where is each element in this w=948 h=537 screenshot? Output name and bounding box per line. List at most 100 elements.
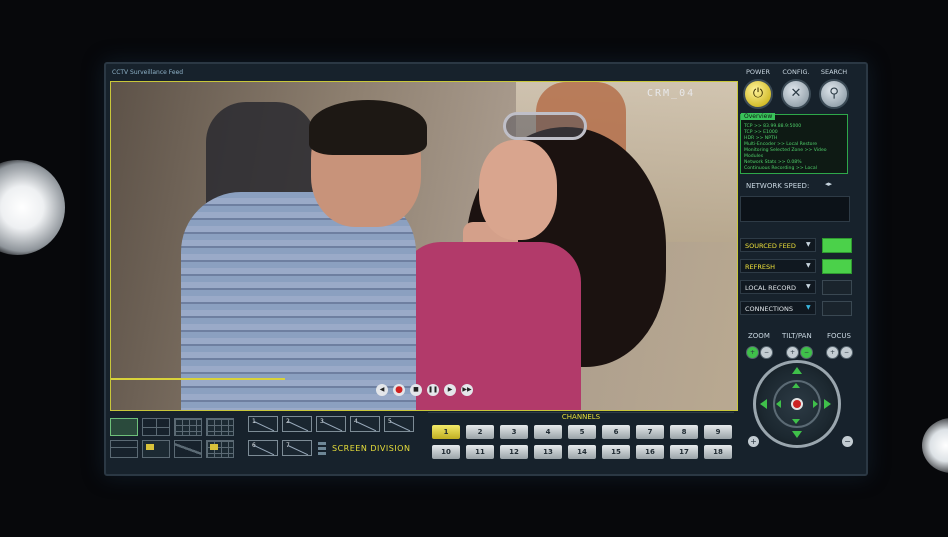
network-speed-graph — [740, 196, 850, 222]
overview-log: TCP >> 83.99.88.9:5000 TCP >> E1000 HDR … — [744, 124, 847, 172]
left-arrow-icon[interactable] — [760, 399, 767, 409]
config-icon[interactable]: ✕ — [781, 79, 811, 109]
tilt-button[interactable]: + — [786, 346, 799, 359]
focus-in-button[interactable]: + — [826, 346, 839, 359]
channel-button[interactable]: 18 — [704, 445, 732, 459]
channel-button[interactable]: 5 — [568, 425, 596, 439]
zoom-in-button[interactable]: + — [746, 346, 759, 359]
division-button-3[interactable]: 3 — [316, 416, 346, 432]
channel-button[interactable]: 16 — [636, 445, 664, 459]
ceiling-lamp-left — [0, 160, 65, 255]
pause-button[interactable]: ❚❚ — [427, 384, 439, 396]
chevron-down-icon[interactable]: ▼ — [806, 259, 811, 273]
division-button-7[interactable]: 7 — [282, 440, 312, 456]
right-arrow-icon[interactable] — [824, 399, 831, 409]
config-control: CONFIG. ✕ — [778, 68, 814, 109]
layout-split[interactable] — [174, 440, 202, 458]
layout-single[interactable] — [110, 418, 138, 436]
channel-button[interactable]: 12 — [500, 445, 528, 459]
channel-button[interactable]: 17 — [670, 445, 698, 459]
sourced-feed-toggle[interactable] — [822, 238, 852, 253]
network-speed-label: NETWORK SPEED: — [746, 182, 810, 190]
record-button[interactable]: ● — [393, 384, 405, 396]
power-control: POWER ⏻ — [740, 68, 776, 109]
channel-button[interactable]: 8 — [670, 425, 698, 439]
config-label: CONFIG. — [782, 68, 810, 76]
zoom-label: ZOOM — [748, 332, 770, 340]
pan-button[interactable]: − — [800, 346, 813, 359]
menu-icon[interactable] — [318, 442, 326, 458]
division-button-2[interactable]: 2 — [282, 416, 312, 432]
screen-division-buttons: 1 2 3 4 5 6 7 SCREEN DIVISION — [248, 416, 418, 464]
search-label: SEARCH — [820, 68, 848, 76]
playback-progress[interactable] — [111, 378, 285, 380]
search-icon[interactable]: ⚲ — [819, 79, 849, 109]
layout-wide[interactable] — [110, 440, 138, 458]
channel-button[interactable]: 13 — [534, 445, 562, 459]
zoom-out-button[interactable]: − — [760, 346, 773, 359]
bottom-toolbar: 1 2 3 4 5 6 7 SCREEN DIVISION CHANNELS 1… — [110, 412, 736, 470]
screen-division-label: SCREEN DIVISION — [332, 444, 411, 453]
channel-button[interactable]: 2 — [466, 425, 494, 439]
down-small-arrow-icon[interactable] — [792, 419, 800, 424]
focus-out-button[interactable]: − — [840, 346, 853, 359]
refresh-row: REFRESH ▼ — [740, 259, 856, 274]
local-record-label: LOCAL RECORD — [740, 280, 816, 294]
overview-line: Continuous Recording >> Local — [744, 166, 817, 171]
division-button-1[interactable]: 1 — [248, 416, 278, 432]
connections-toggle[interactable] — [822, 301, 852, 316]
tilt-pan-label: TILT/PAN — [782, 332, 812, 340]
minus-icon[interactable]: − — [842, 436, 853, 447]
stop-button[interactable]: ■ — [410, 384, 422, 396]
channel-button[interactable]: 10 — [432, 445, 460, 459]
division-button-4[interactable]: 4 — [350, 416, 380, 432]
power-icon[interactable]: ⏻ — [743, 79, 773, 109]
network-speed-arrow-icon[interactable]: ◂▸ — [825, 180, 833, 190]
right-small-arrow-icon[interactable] — [813, 400, 818, 408]
chevron-down-icon[interactable]: ▼ — [806, 238, 811, 252]
channel-button[interactable]: 14 — [568, 445, 596, 459]
channel-button[interactable]: 4 — [534, 425, 562, 439]
down-arrow-icon[interactable] — [792, 431, 802, 438]
chevron-down-icon[interactable]: ▼ — [806, 280, 811, 294]
up-small-arrow-icon[interactable] — [792, 383, 800, 388]
channel-button[interactable]: 15 — [602, 445, 630, 459]
play-button[interactable]: ▶ — [444, 384, 456, 396]
connections-label: CONNECTIONS — [740, 301, 816, 315]
channel-button[interactable]: 9 — [704, 425, 732, 439]
overview-line: Monitoring Selected Zone >> Video Module… — [744, 148, 827, 159]
ptz-joystick[interactable] — [753, 360, 841, 448]
sourced-feed-row: SOURCED FEED ▼ — [740, 238, 856, 253]
plus-icon[interactable]: + — [748, 436, 759, 447]
layout-grid-16[interactable] — [206, 418, 234, 436]
channel-button[interactable]: 11 — [466, 445, 494, 459]
connections-row: CONNECTIONS ▼ — [740, 301, 856, 316]
up-arrow-icon[interactable] — [792, 367, 802, 374]
camera-label: CRM_04 — [647, 88, 696, 99]
layout-custom[interactable] — [206, 440, 234, 458]
camera-feed[interactable]: CRM_04 ◀ ● ■ ❚❚ ▶ ▶▶ — [110, 81, 738, 411]
local-record-toggle[interactable] — [822, 280, 852, 295]
chevron-down-icon[interactable]: ▼ — [806, 301, 811, 315]
overview-panel: Overview TCP >> 83.99.88.9:5000 TCP >> E… — [740, 113, 848, 174]
division-button-5[interactable]: 5 — [384, 416, 414, 432]
joystick-center[interactable] — [791, 398, 803, 410]
rewind-button[interactable]: ◀ — [376, 384, 388, 396]
control-panel: POWER ⏻ CONFIG. ✕ SEARCH ⚲ Overview TCP … — [740, 68, 860, 468]
channel-button[interactable]: 1 — [432, 425, 460, 439]
channel-button[interactable]: 6 — [602, 425, 630, 439]
feed-man-hair — [309, 100, 427, 155]
refresh-toggle[interactable] — [822, 259, 852, 274]
channel-button[interactable]: 7 — [636, 425, 664, 439]
feed-woman-face — [479, 140, 557, 240]
search-control: SEARCH ⚲ — [816, 68, 852, 109]
forward-button[interactable]: ▶▶ — [461, 384, 473, 396]
channel-button[interactable]: 3 — [500, 425, 528, 439]
overview-title: Overview — [741, 113, 776, 120]
refresh-label: REFRESH — [740, 259, 816, 273]
division-button-6[interactable]: 6 — [248, 440, 278, 456]
left-small-arrow-icon[interactable] — [776, 400, 781, 408]
layout-pip[interactable] — [142, 440, 170, 458]
layout-grid-9[interactable] — [174, 418, 202, 436]
layout-quad[interactable] — [142, 418, 170, 436]
